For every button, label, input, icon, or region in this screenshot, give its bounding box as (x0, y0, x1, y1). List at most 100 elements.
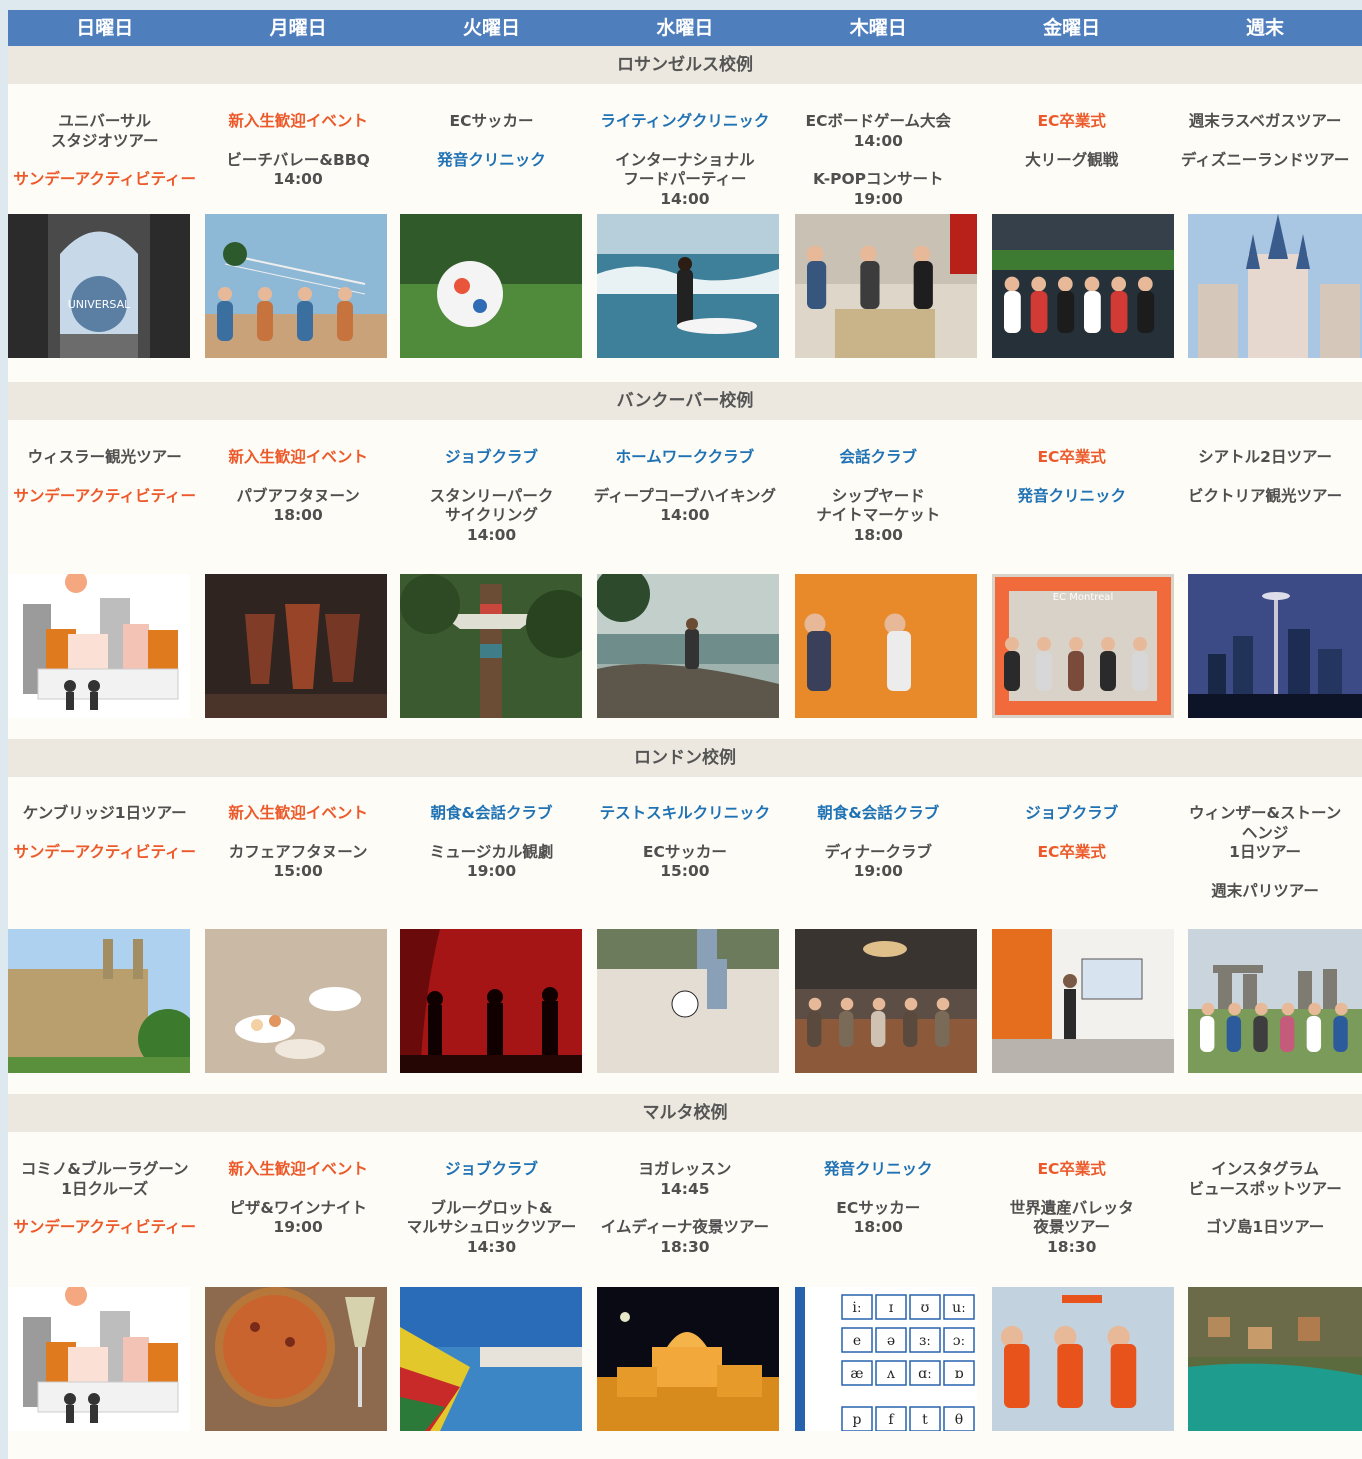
event-photo (8, 574, 190, 718)
campus-band-3: マルタ校例 (8, 1094, 1362, 1132)
day-header: 日曜日 月曜日 火曜日 水曜日 木曜日 金曜日 週末 (8, 10, 1362, 46)
phonetic-symbol: ɪ (889, 1300, 894, 1316)
event-text: ケンブリッジ1日ツアー (22, 804, 187, 822)
event-photo (597, 574, 779, 718)
event-text: コミノ&ブルーラグーン 1日クルーズ (20, 1160, 189, 1198)
universal-logo-text: UNIVERSAL (68, 298, 131, 311)
phonetic-symbol: æ (850, 1366, 863, 1382)
event-photo (597, 214, 779, 358)
event-cell: 会話クラブシップヤード ナイトマーケット 18:00 (782, 448, 975, 564)
event-text: ジョブクラブ (444, 1160, 538, 1178)
event-photo: EC Montreal (992, 574, 1174, 718)
day-header-0: 日曜日 (76, 17, 134, 39)
event-text: EC卒業式 (1037, 842, 1106, 861)
event-text: サンデーアクティビティー (13, 486, 197, 505)
event-cell: 新入生歓迎イベントピザ&ワインナイト 19:00 (201, 1160, 394, 1257)
event-text: ブルーグロット& マルサシュロックツアー 14:30 (406, 1198, 577, 1256)
event-cell: ジョブクラブブルーグロット& マルサシュロックツアー 14:30 (395, 1160, 588, 1276)
event-text: インスタグラム ビュースポットツアー (1188, 1160, 1342, 1198)
event-photo (400, 929, 582, 1073)
event-text: ユニバーサル スタジオツアー (50, 112, 159, 150)
day-header-2: 火曜日 (462, 17, 520, 39)
event-cell: ヨガレッスン 14:45 イムディーナ夜景ツアー 18:30 (588, 1160, 781, 1276)
phonetic-symbol: ɜː (919, 1333, 931, 1349)
event-text: ゴゾ島1日ツアー (1205, 1218, 1325, 1236)
event-text: サンデーアクティビティー (13, 170, 197, 188)
event-text: 新入生歓迎イベント (228, 1160, 368, 1178)
phonetic-symbol: ə (887, 1333, 895, 1349)
event-photo (795, 214, 977, 358)
event-text: 発音クリニック (824, 1160, 933, 1178)
event-photo (8, 1287, 190, 1431)
event-text: K-POPコンサート 19:00 (813, 170, 944, 208)
event-cell: テストスキルクリニック ECサッカー 15:00 (588, 804, 781, 901)
campus-band-2: ロンドン校例 (8, 739, 1362, 777)
event-text: 会話クラブ (839, 448, 918, 466)
event-cell: 新入生歓迎イベント ビーチバレー&BBQ 14:00 (201, 112, 394, 209)
phonetic-symbol: e (853, 1333, 861, 1349)
event-cell: コミノ&ブルーラグーン 1日クルーズ サンデーアクティビティー (8, 1160, 201, 1257)
day-header-1: 月曜日 (269, 17, 327, 39)
event-cell: ホームワーククラブ ディープコーブハイキング 14:00 (588, 448, 781, 545)
phonetic-symbol: ɔː (953, 1333, 966, 1349)
event-photo (205, 574, 387, 718)
event-photo (400, 1287, 582, 1431)
event-text: 週末パリツアー (1211, 881, 1319, 900)
phonetic-symbol: uː (952, 1300, 966, 1316)
phonetic-symbol: ʊ (921, 1300, 930, 1316)
event-text: ホームワーククラブ (615, 448, 755, 466)
event-text: テストスキルクリニック (599, 804, 771, 822)
event-cell: ECサッカー 発音クリニック (395, 112, 588, 189)
event-photo (8, 929, 190, 1073)
phonetic-symbol: t (922, 1412, 928, 1428)
event-cell: EC卒業式 発音クリニック (975, 448, 1168, 525)
phonetic-symbol: p (853, 1412, 862, 1428)
event-cell: シアトル2日ツアー ビクトリア観光ツアー (1168, 448, 1361, 525)
event-text: ビクトリア観光ツアー (1188, 486, 1343, 505)
day-header-6: 週末 (1246, 17, 1285, 39)
event-text: 新入生歓迎イベント (228, 448, 368, 466)
event-photo (400, 214, 582, 358)
event-cell: 新入生歓迎イベントカフェアフタヌーン 15:00 (201, 804, 394, 901)
event-cell: 発音クリニック ECサッカー 18:00 (782, 1160, 975, 1257)
event-photo (205, 214, 387, 358)
phonetic-symbol: ɒ (955, 1366, 964, 1382)
event-photo: UNIVERSAL (8, 214, 190, 358)
event-text: ピザ&ワインナイト 19:00 (229, 1198, 367, 1237)
event-text: ディナークラブ 19:00 (824, 842, 932, 881)
event-cell: ジョブクラブ スタンリーパーク サイクリング 14:00 (395, 448, 588, 564)
event-text: ヨガレッスン 14:45 (638, 1160, 732, 1198)
event-text: シップヤード ナイトマーケット 18:00 (816, 486, 941, 544)
event-cell: 新入生歓迎イベント パブアフタヌーン 18:00 (201, 448, 394, 545)
day-header-3: 水曜日 (656, 17, 714, 39)
event-text: 新入生歓迎イベント (228, 112, 368, 130)
event-text: ディズニーランドツアー (1180, 150, 1350, 169)
event-cell: ケンブリッジ1日ツアー サンデーアクティビティー (8, 804, 201, 881)
event-cell: ライティングクリニックインターナショナル フードパーティー 14:00 (588, 112, 781, 228)
event-text: 発音クリニック (437, 150, 546, 169)
event-photo (1188, 1287, 1362, 1431)
event-cell: ユニバーサル スタジオツアーサンデーアクティビティー (8, 112, 201, 209)
event-photo (1188, 214, 1362, 358)
event-text: 新入生歓迎イベント (228, 804, 368, 822)
event-text: ジョブクラブ (444, 448, 538, 466)
event-text: EC卒業式 (1037, 448, 1106, 466)
event-text: インターナショナル フードパーティー 14:00 (615, 150, 755, 208)
campus-band-0: ロサンゼルス校例 (8, 46, 1362, 84)
event-photo (597, 1287, 779, 1431)
event-text: サンデーアクティビティー (13, 842, 197, 861)
event-cell: 週末ラスベガスツアー ディズニーランドツアー (1168, 112, 1361, 189)
event-photo (992, 929, 1174, 1073)
event-text: 朝食&会話クラブ (817, 804, 940, 822)
phonetic-symbol: ʌ (886, 1366, 895, 1382)
event-text: 大リーグ観戦 (1025, 150, 1119, 169)
event-text: 週末ラスベガスツアー (1188, 112, 1342, 130)
schedule-table: 日曜日 月曜日 火曜日 水曜日 木曜日 金曜日 週末 ロサンゼルス校例 ユニバーサル スタジオツ… (8, 10, 1362, 1459)
event-cell: ジョブクラブ EC卒業式 (975, 804, 1168, 881)
event-photo (992, 214, 1174, 358)
event-text: ウィスラー観光ツアー (27, 448, 182, 466)
event-photo (1188, 574, 1362, 718)
event-text: ライティングクリニック (600, 112, 770, 130)
event-text: カフェアフタヌーン 15:00 (228, 842, 368, 881)
event-text: EC卒業式 (1037, 112, 1106, 130)
